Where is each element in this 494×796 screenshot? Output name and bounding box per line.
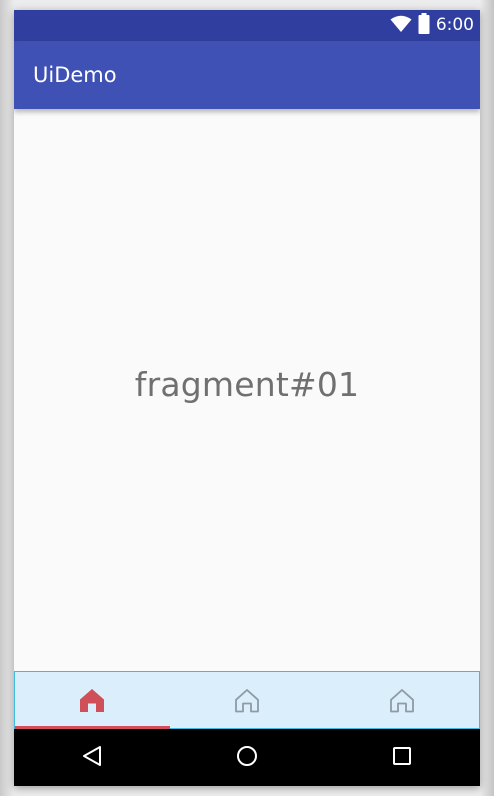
nav-tab-3[interactable] (324, 672, 479, 728)
recents-icon (392, 746, 412, 770)
back-icon (81, 745, 103, 771)
home-outline-icon (234, 688, 260, 713)
nav-tab-1[interactable] (15, 672, 170, 729)
home-outline-icon (389, 688, 415, 713)
battery-icon (418, 13, 430, 38)
app-bar: UiDemo (14, 41, 480, 109)
bottom-navigation (14, 671, 480, 729)
system-navigation-bar (14, 729, 480, 786)
back-button[interactable] (62, 729, 122, 786)
home-icon (79, 688, 105, 713)
home-button[interactable] (217, 729, 277, 786)
recents-button[interactable] (372, 729, 432, 786)
device-screen: 6:00 UiDemo fragment#01 (14, 10, 480, 786)
home-circle-icon (236, 745, 258, 771)
status-icons: 6:00 (390, 10, 474, 41)
status-bar: 6:00 (14, 10, 480, 41)
screenshot-frame: 6:00 UiDemo fragment#01 (0, 0, 494, 796)
app-title: UiDemo (33, 63, 117, 87)
status-time: 6:00 (435, 15, 474, 35)
nav-tab-2[interactable] (170, 672, 325, 728)
wifi-icon (390, 15, 412, 37)
fragment-label: fragment#01 (134, 365, 360, 404)
fragment-container: fragment#01 (14, 109, 480, 671)
